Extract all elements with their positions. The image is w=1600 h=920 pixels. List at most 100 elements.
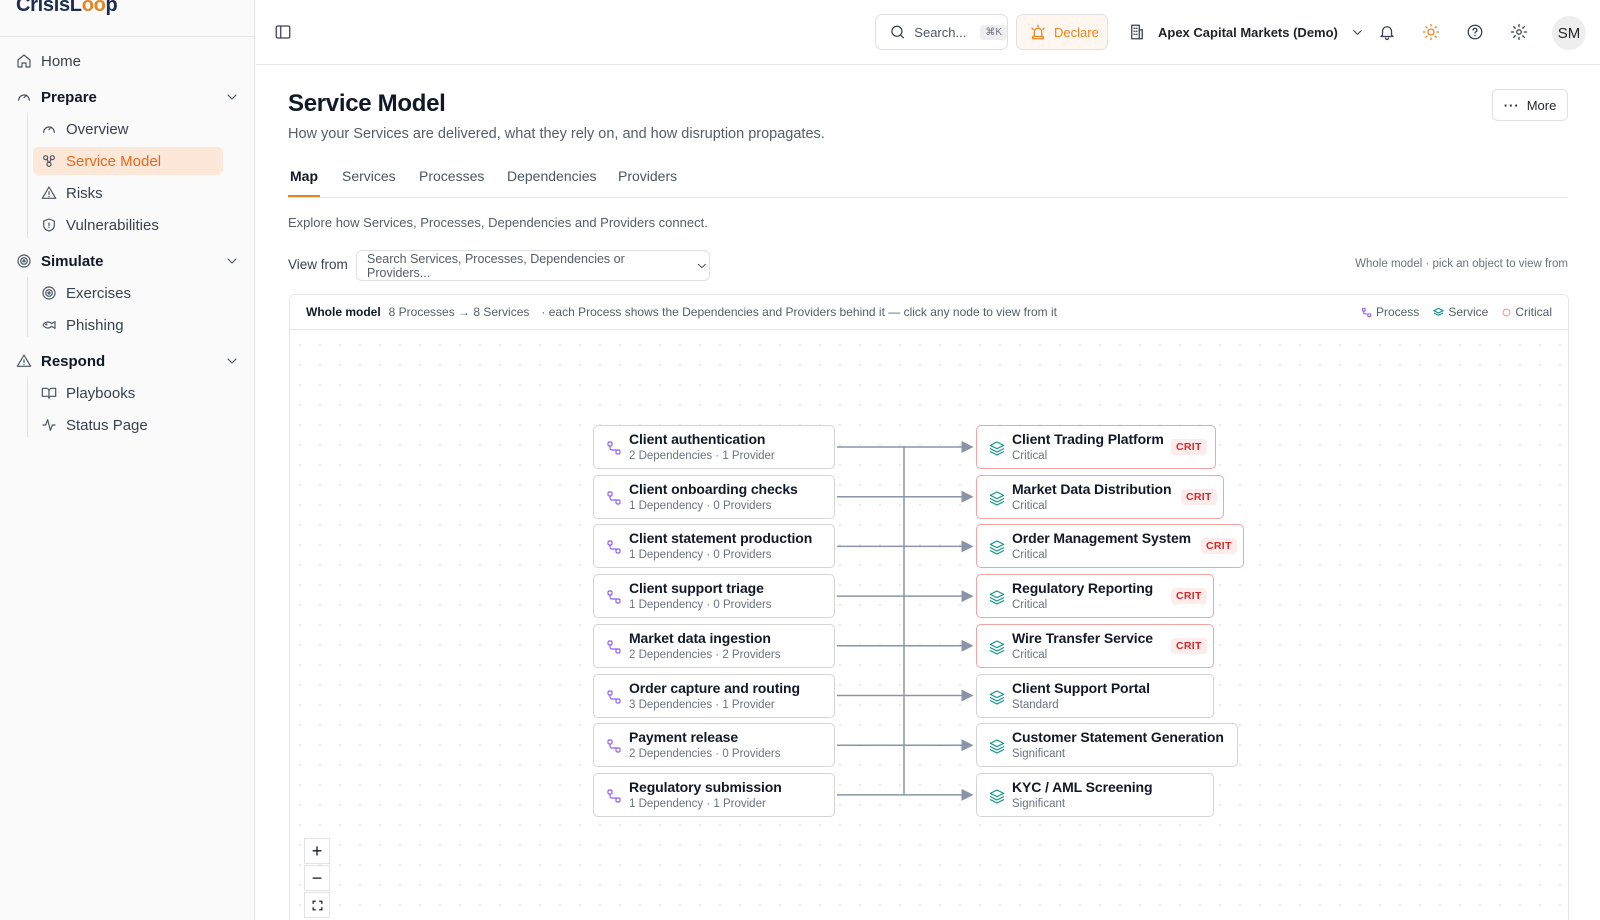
view-from-hint: Whole model · pick an object to view fro… [1355, 258, 1568, 270]
sidebar-item-risks[interactable]: Risks [41, 179, 103, 207]
sidebar-item-overview[interactable]: Overview [41, 115, 129, 143]
org-switcher[interactable]: Apex Capital Markets (Demo) [1128, 14, 1365, 50]
service-tier: Standard [1012, 698, 1059, 711]
declare-button[interactable]: Declare [1016, 14, 1108, 50]
sidebar-group-simulate[interactable]: Simulate [16, 247, 241, 275]
sidebar-item-vulnerabilities[interactable]: Vulnerabilities [41, 211, 159, 239]
process-node[interactable]: Client support triage 1 Dependency · 0 Pr… [593, 574, 835, 619]
service-node[interactable]: Wire Transfer Service Critical CRIT [976, 623, 1214, 668]
declare-label: Declare [1054, 24, 1099, 40]
tree-line [27, 377, 28, 437]
tab-bar: Map Services Processes Dependencies Prov… [288, 166, 1568, 198]
service-node[interactable]: Client Trading Platform Critical CRIT [976, 425, 1216, 469]
layers-icon [989, 539, 1005, 555]
process-name: Client authentication [629, 431, 766, 447]
chevron-down-icon [227, 94, 237, 100]
crit-badge: CRIT [1171, 637, 1207, 654]
search-button[interactable]: Search... ⌘K [875, 14, 1008, 50]
process-flow-icon [606, 589, 622, 605]
crit-badge: CRIT [1171, 588, 1207, 605]
sidebar-item-playbooks[interactable]: Playbooks [41, 379, 135, 407]
sidebar-item-label: Overview [66, 120, 129, 138]
help-button[interactable] [1466, 23, 1484, 41]
view-from-select[interactable]: Search Services, Processes, Dependencies… [356, 250, 710, 281]
process-name: Market data ingestion [629, 629, 771, 646]
service-name: Market Data Distribution [1012, 480, 1172, 497]
sidebar-group-label: Respond [41, 352, 106, 370]
zoom-out-button[interactable]: − [304, 865, 330, 891]
process-node[interactable]: Market data ingestion 2 Dependencies · 2 … [593, 623, 835, 668]
tab-providers[interactable]: Providers [618, 168, 677, 184]
process-detail: 1 Dependency · 0 Providers [629, 599, 772, 612]
layers-icon [989, 689, 1005, 705]
gear-icon [1510, 23, 1528, 41]
sidebar-item-service-model[interactable]: Service Model [33, 147, 223, 175]
sidebar-group-prepare[interactable]: Prepare [16, 83, 241, 111]
sidebar-item-exercises[interactable]: Exercises [41, 279, 131, 307]
tab-map[interactable]: Map [290, 168, 318, 184]
warning-triangle-icon [41, 186, 57, 199]
process-flow-icon [606, 490, 622, 506]
map-edges [837, 441, 974, 801]
more-button[interactable]: ··· More [1492, 89, 1568, 121]
service-tier: Significant [1012, 797, 1066, 810]
process-flow-icon [606, 738, 622, 754]
settings-button[interactable] [1510, 23, 1528, 41]
service-node[interactable]: Client Support Portal Standard [976, 673, 1214, 718]
process-node[interactable]: Client onboarding checks 1 Dependency · 0… [593, 474, 835, 519]
sidebar-item-label: Status Page [66, 416, 148, 434]
sidebar-item-phishing[interactable]: Phishing [41, 311, 124, 339]
warning-triangle-icon [16, 354, 32, 367]
process-name: Regulatory submission [629, 778, 782, 795]
layers-icon [989, 440, 1005, 456]
process-detail: 2 Dependencies · 0 Providers [629, 748, 781, 761]
book-open-icon [41, 387, 57, 399]
sidebar-toggle-button[interactable] [274, 23, 292, 41]
service-node[interactable]: Regulatory Reporting Critical CRIT [976, 574, 1214, 619]
process-node[interactable]: Client statement production 1 Dependency … [593, 524, 835, 569]
service-tier: Significant [1012, 748, 1066, 761]
more-label: More [1526, 97, 1557, 113]
sidebar: CrisisLoop Home Prepare Overview Service… [0, 0, 255, 920]
process-name: Client statement production [629, 530, 813, 547]
tab-services[interactable]: Services [342, 168, 396, 184]
chevron-down-icon [227, 258, 237, 264]
theme-toggle-button[interactable] [1422, 23, 1440, 41]
chevron-down-icon [227, 358, 237, 364]
sidebar-group-respond[interactable]: Respond [16, 347, 241, 375]
sidebar-item-home[interactable]: Home [16, 47, 81, 75]
service-name: Order Management System [1012, 530, 1191, 547]
service-node[interactable]: Customer Statement Generation Significant [976, 723, 1238, 768]
sidebar-item-label: Home [41, 52, 82, 70]
process-node[interactable]: Client authentication 2 Dependencies · 1 … [593, 425, 835, 469]
sidebar-item-status-page[interactable]: Status Page [41, 411, 148, 439]
process-node[interactable]: Regulatory submission 1 Dependency · 1 Pr… [593, 772, 835, 817]
notifications-button[interactable] [1378, 23, 1396, 41]
zoom-in-button[interactable]: + [304, 838, 330, 864]
process-node[interactable]: Order capture and routing 3 Dependencies … [593, 673, 835, 718]
process-detail: 1 Dependency · 1 Provider [629, 797, 766, 810]
gauge-icon [43, 126, 55, 133]
chevron-down-icon [698, 263, 707, 268]
explore-text: Explore how Services, Processes, Depende… [288, 215, 708, 230]
service-tier: Critical [1012, 648, 1048, 661]
search-icon [891, 25, 905, 39]
layers-icon [989, 639, 1005, 655]
target-icon [42, 286, 56, 300]
service-tier: Critical [1012, 549, 1048, 562]
process-name: Order capture and routing [629, 679, 800, 696]
tab-processes[interactable]: Processes [419, 168, 484, 184]
map-canvas[interactable]: Whole model 8 Processes → 8 Services · e… [289, 294, 1569, 920]
tab-dependencies[interactable]: Dependencies [507, 168, 597, 184]
brand-logo[interactable]: CrisisLoop [16, 0, 118, 17]
layers-icon [989, 738, 1005, 754]
service-node[interactable]: Order Management System Critical CRIT [976, 524, 1244, 569]
crit-badge: CRIT [1181, 488, 1217, 505]
service-node[interactable]: Market Data Distribution Critical CRIT [976, 474, 1224, 519]
fit-view-button[interactable] [304, 892, 330, 918]
view-from-placeholder: Search Services, Processes, Dependencies… [367, 251, 625, 280]
process-flow-icon [606, 689, 622, 705]
process-node[interactable]: Payment release 2 Dependencies · 0 Provid… [593, 723, 835, 768]
service-node[interactable]: KYC / AML Screening Significant [976, 772, 1214, 817]
avatar[interactable]: SM [1552, 16, 1586, 50]
